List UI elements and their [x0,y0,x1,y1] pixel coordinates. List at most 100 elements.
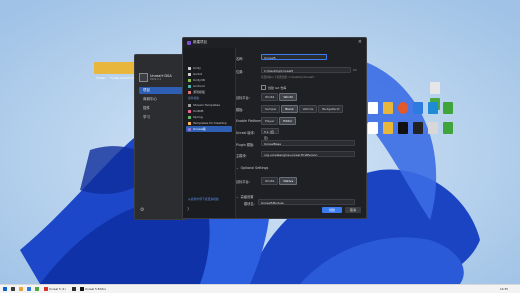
desktop-app-icon[interactable] [413,122,423,134]
desktop-app-icon[interactable] [443,122,453,134]
enable-platform-option[interactable]: Player [261,117,279,125]
sidebar-item-label: Unreal版 [193,127,206,131]
launcher-window: Unreal+DSA 2022.2.1 项目 商城中心 插件 学习 [134,54,188,220]
advanced-settings-toggle[interactable]: ⌄ 高级设置 [236,194,254,200]
gear-icon[interactable]: ⚙ [140,207,144,213]
folder-icon [94,62,108,74]
enable-platform-segmented[interactable]: Player Editor [261,117,297,125]
help-icon[interactable]: ? [187,207,189,212]
taskbar-app-unreal[interactable]: Unreal 5 (1) [44,286,66,292]
sidebar-item-game-template[interactable]: 游戏模板 [186,89,232,95]
optional-platform-option[interactable]: Native [279,177,298,185]
sidebar-item-unreal[interactable]: Unreal版 [186,126,232,132]
folder-icon [108,62,122,74]
close-icon[interactable]: × [358,39,362,45]
app-icon [72,286,76,291]
desktop-app-icon[interactable] [413,102,423,114]
desktop-app-icon[interactable] [398,102,408,114]
sidebar-item-label: 游戏模板 [193,90,206,94]
template-option[interactable]: BudgetGrid [318,105,344,113]
create-git-checkbox[interactable]: 创建 Git 仓库 [261,85,286,90]
optional-settings-label: Optional Settings [240,166,269,170]
desktop-app-icon[interactable] [428,122,438,134]
desktop-file-icon[interactable] [368,102,378,114]
folder-icon[interactable]: ▭ [353,67,357,72]
clock[interactable]: 14:35 [500,287,508,292]
taskbar-app[interactable] [11,286,16,292]
desktop-app-icon[interactable] [430,82,440,94]
optional-settings-toggle[interactable]: ⌄ Optional Settings [236,166,268,170]
taskbar-app-label: Unreal 5 (1) [49,286,66,291]
taskbar-app-editor[interactable]: Unreal 5 Editor [80,286,106,292]
app-icon [44,286,48,291]
optional-platform-label: 目标平台: [236,180,250,184]
module-name-input[interactable]: Unreal5Module [258,199,355,205]
windows-icon [3,286,7,291]
location-hint: 项目将在以下位置创建: C:\Desktop\Unreal5 [261,76,314,79]
template-option[interactable]: Vehicle [298,105,318,113]
folder-icon[interactable] [383,122,393,134]
taskbar-app[interactable] [19,286,24,292]
spring-icon [188,115,191,119]
desktop-app-icon[interactable] [428,102,438,114]
chevron-down-icon: ⌄ [236,166,239,170]
taskbar-app[interactable] [35,286,40,292]
template-segmented[interactable]: Sample Blank Vehicle BudgetGrid [261,105,344,113]
cancel-button[interactable]: 取消 [345,207,361,213]
platform-option[interactable]: Win32 [279,93,297,101]
git-label: 创建 Git 仓库 [268,85,287,90]
template-icon [188,121,191,125]
chevron-down-icon: ⌄ [236,194,239,199]
app-icon [187,40,191,45]
module-name-label: 模块名: [244,202,255,206]
start-button[interactable] [3,286,8,292]
launcher-nav-plugins[interactable]: 插件 [139,105,185,112]
godot-icon [188,72,191,76]
taskbar-app[interactable] [27,286,32,292]
location-label: 位置: [236,70,244,74]
optional-platform-segmented[interactable]: Win64 Native [261,177,298,185]
create-button[interactable]: 创建 [322,207,342,213]
plugin-template-label: Plugin 模板: [236,143,255,147]
game-icon [188,90,191,94]
template-label: 模板: [236,108,244,112]
platform-option[interactable]: Win64 [261,93,279,101]
project-name-input[interactable]: Unreal5 [261,54,327,60]
sidebar-heading: 插件模板 [188,96,200,100]
engine-version-select[interactable]: 5.1 (自定) [261,128,279,140]
folder-icon[interactable] [383,102,393,114]
optional-platform-option[interactable]: Win64 [261,177,279,185]
template-option[interactable]: Blank [281,105,298,113]
template-icon [188,103,191,107]
desktop-app-icon[interactable] [398,122,408,134]
project-location-input[interactable]: C:\Desktop\Unreal5 [261,67,351,73]
advanced-settings-label: 高级设置 [240,195,254,199]
taskbar-app[interactable] [72,286,77,292]
main-module-input[interactable]: org.unrealengine.unreal.FirstPerson [261,151,355,157]
plugin-template-input[interactable]: UnrealBase [261,140,355,146]
platform-segmented[interactable]: Win64 Win32 [261,93,297,101]
template-option[interactable]: Sample [261,105,281,113]
launcher-nav-projects[interactable]: 项目 [139,87,185,94]
app-icon [35,286,39,291]
name-label: 名称: [236,57,244,61]
download-more-templates-link[interactable]: 从插件市场下载更多模板 [188,197,219,201]
taskbar-app-label: Unreal 5 Editor [85,286,106,291]
desktop-app-icon[interactable] [443,102,453,114]
launcher-nav-marketplace[interactable]: 商城中心 [139,96,185,103]
launcher-brand: Unreal+DSA 2022.2.1 [139,73,172,82]
platform-label: 目标平台: [236,96,250,100]
enable-platform-label: Enable Platform: [236,119,263,123]
folder-icon [19,286,23,291]
engine-version-label: Unreal 版本: [236,131,255,135]
template-icon [188,109,191,113]
enable-platform-option[interactable]: Editor [279,117,297,125]
launcher-nav-learn[interactable]: 学习 [139,114,185,121]
android-icon [188,84,191,88]
search-icon [11,286,15,291]
desktop-file-icon[interactable] [368,122,378,134]
unity-icon [188,66,191,70]
unity3d-icon [188,78,191,82]
main-module-label: 主模块: [236,154,247,158]
checkbox-icon [261,85,266,90]
